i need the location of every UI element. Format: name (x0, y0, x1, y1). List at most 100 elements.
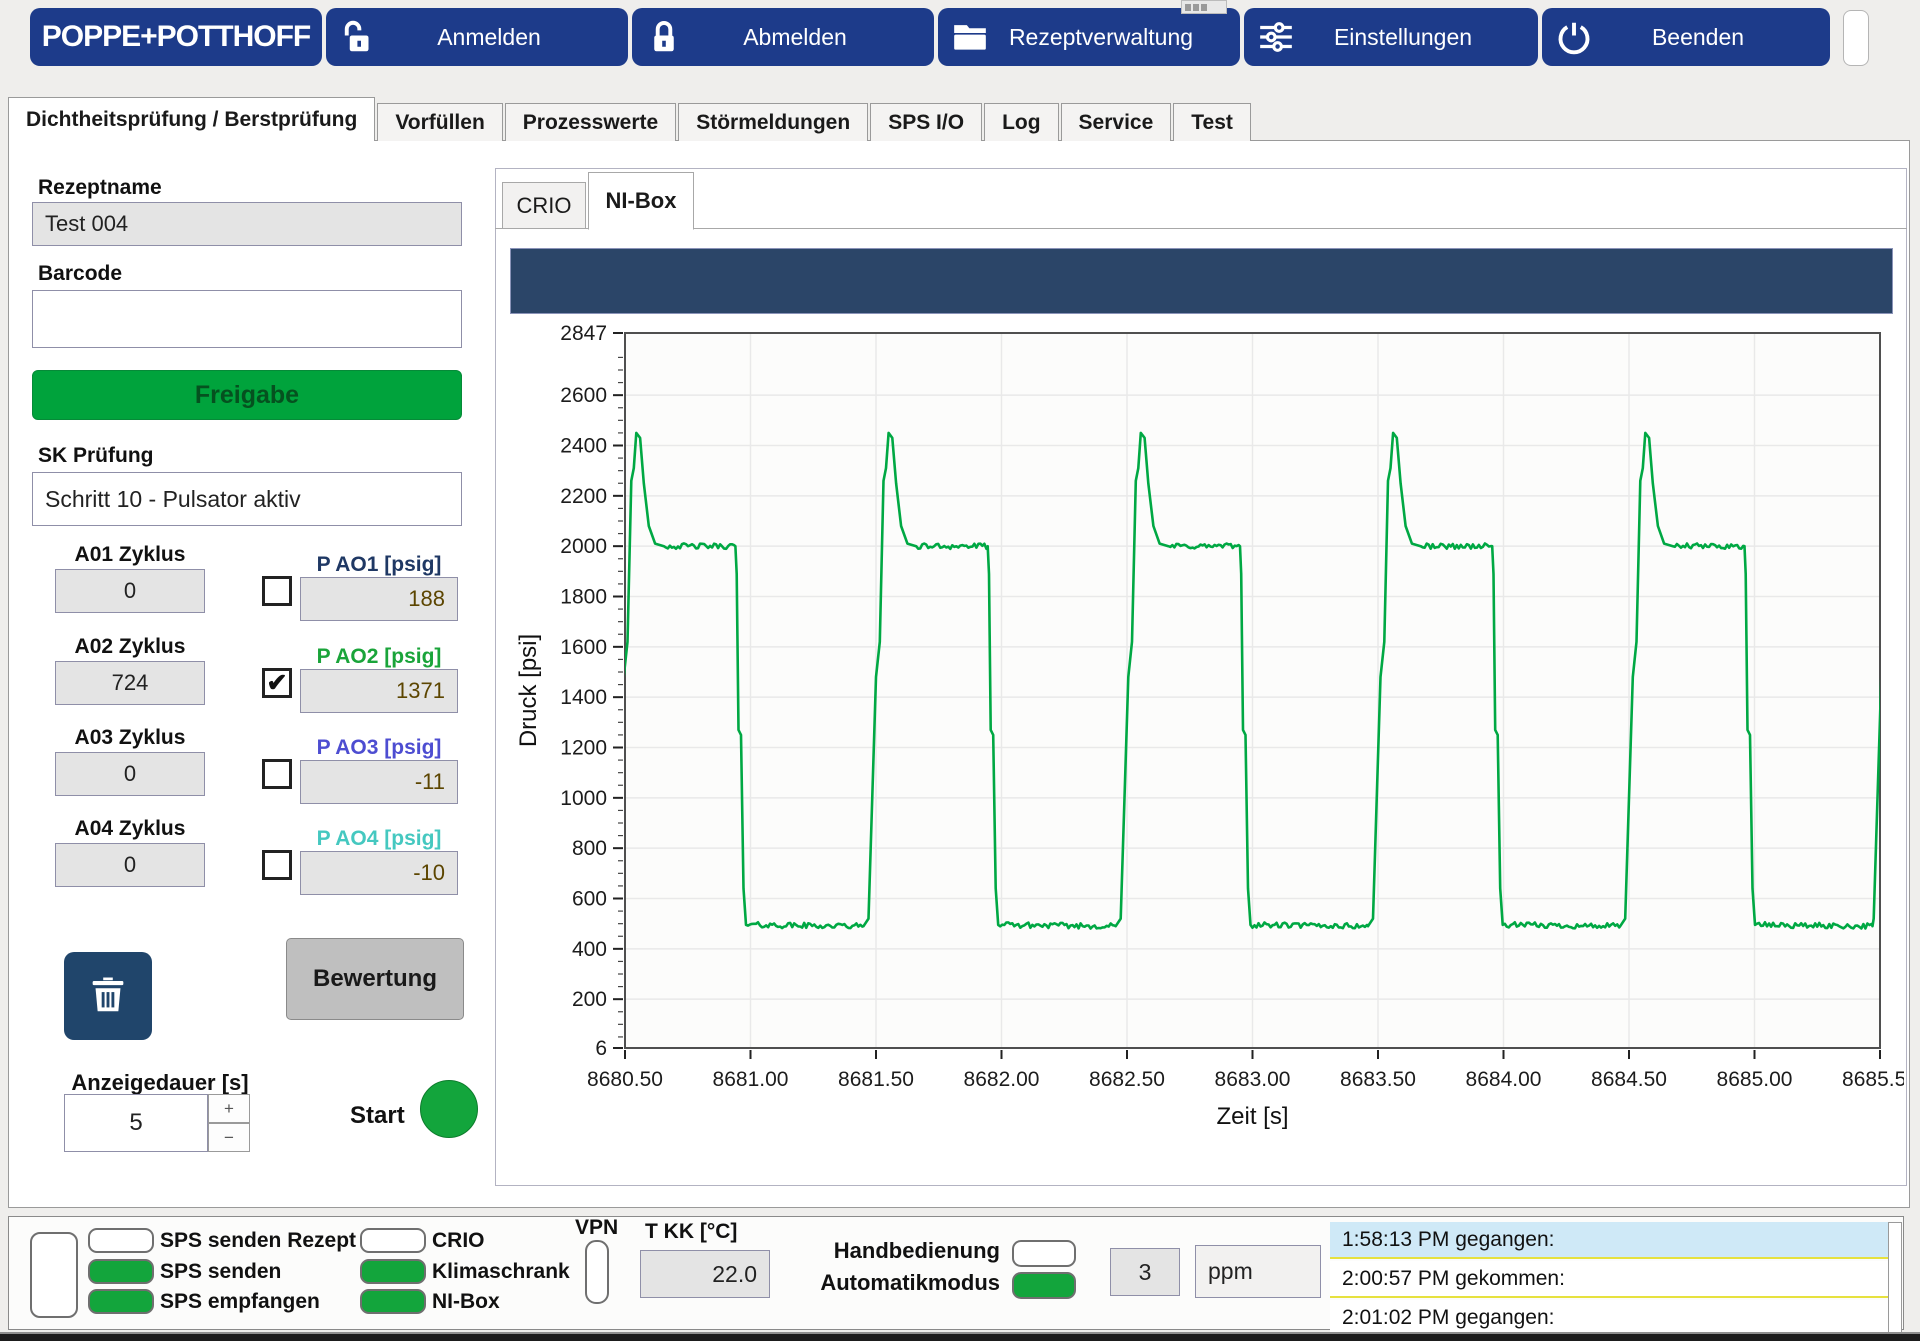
beenden-button[interactable]: Beenden (1542, 8, 1830, 66)
lock-icon (632, 19, 696, 55)
p-ao4-value: -10 (300, 851, 458, 895)
a03-zyklus-value: 0 (55, 752, 205, 796)
log-row: 2:00:57 PM gekommen: (1330, 1261, 1888, 1298)
einstellungen-button[interactable]: Einstellungen (1244, 8, 1538, 66)
stepper-decrement-button[interactable]: − (208, 1123, 250, 1152)
svg-text:600: 600 (572, 888, 607, 911)
anmelden-label: Anmelden (390, 24, 628, 51)
abmelden-button[interactable]: Abmelden (632, 8, 934, 66)
tab-sps-io[interactable]: SPS I/O (870, 103, 982, 141)
tab-stoermeldungen[interactable]: Störmeldungen (678, 103, 868, 141)
ao3-checkbox[interactable] (262, 759, 292, 789)
a02-zyklus-label: A02 Zyklus (55, 635, 205, 659)
svg-text:1200: 1200 (560, 737, 607, 760)
sps-senden-rezept-led (88, 1228, 154, 1253)
collapsed-button[interactable] (1843, 10, 1869, 66)
tab-vorfuellen[interactable]: Vorfüllen (377, 103, 502, 141)
company-logo-text: POPPE+POTTHOFF (42, 20, 311, 54)
tab-dichtheitspruefung[interactable]: Dichtheitsprüfung / Berstprüfung (8, 97, 375, 141)
master-status-led (30, 1232, 78, 1318)
handbedienung-label: Handbedienung (820, 1238, 1000, 1264)
ao4-checkbox[interactable] (262, 850, 292, 880)
sps-empfangen-led (88, 1289, 154, 1314)
svg-text:8685.50: 8685.50 (1842, 1068, 1904, 1091)
chart-header-bar (510, 248, 1893, 314)
rezeptverwaltung-button[interactable]: Rezeptverwaltung (938, 8, 1240, 66)
svg-text:8683.00: 8683.00 (1215, 1068, 1291, 1091)
svg-text:8683.50: 8683.50 (1340, 1068, 1416, 1091)
sps-senden-led (88, 1259, 154, 1284)
klimaschrank-label: Klimaschrank (432, 1260, 570, 1284)
tkk-value-field: 22.0 (640, 1250, 770, 1298)
svg-text:8684.00: 8684.00 (1466, 1068, 1542, 1091)
log-row: 1:58:13 PM gegangen: (1330, 1222, 1888, 1259)
svg-text:8681.00: 8681.00 (713, 1068, 789, 1091)
stepper-increment-button[interactable]: + (208, 1094, 250, 1123)
automatikmodus-led (1012, 1272, 1076, 1299)
rezeptname-label: Rezeptname (38, 176, 162, 200)
automatikmodus-label: Automatikmodus (805, 1270, 1000, 1296)
vpn-led (585, 1240, 609, 1304)
start-led-button[interactable] (420, 1080, 478, 1138)
sps-senden-label: SPS senden (160, 1260, 281, 1284)
svg-text:Druck [psi]: Druck [psi] (515, 634, 542, 747)
anzeigedauer-input[interactable]: 5 (64, 1094, 208, 1152)
tkk-label: T KK [°C] (645, 1220, 737, 1244)
p-ao2-value: 1371 (300, 669, 458, 713)
log-scrollbar[interactable] (1888, 1222, 1902, 1337)
chart-tab-nibox[interactable]: NI-Box (588, 172, 694, 230)
chart-tab-crio[interactable]: CRIO (502, 182, 586, 229)
tab-test[interactable]: Test (1173, 103, 1251, 141)
svg-text:8682.50: 8682.50 (1089, 1068, 1165, 1091)
tab-prozesswerte[interactable]: Prozesswerte (505, 103, 676, 141)
einstellungen-label: Einstellungen (1308, 24, 1538, 51)
p-ao1-value: 188 (300, 577, 458, 621)
handbedienung-led (1012, 1240, 1076, 1267)
barcode-input[interactable] (32, 290, 462, 348)
anmelden-button[interactable]: Anmelden (326, 8, 628, 66)
sps-empfangen-label: SPS empfangen (160, 1290, 320, 1314)
svg-text:2000: 2000 (560, 535, 607, 558)
svg-text:1600: 1600 (560, 636, 607, 659)
crio-label: CRIO (432, 1229, 485, 1253)
abmelden-label: Abmelden (696, 24, 934, 51)
tab-service[interactable]: Service (1061, 103, 1172, 141)
chart-tab-cover (589, 228, 693, 231)
power-icon (1542, 19, 1606, 55)
p-ao1-label: P AO1 [psig] (300, 553, 458, 577)
anzeigedauer-label: Anzeigedauer [s] (60, 1070, 260, 1096)
svg-text:Zeit [s]: Zeit [s] (1216, 1103, 1288, 1130)
bewertung-button[interactable]: Bewertung (286, 938, 464, 1020)
anzeigedauer-stepper: + − (208, 1094, 250, 1152)
svg-text:1800: 1800 (560, 586, 607, 609)
a02-zyklus-value: 724 (55, 661, 205, 705)
sps-senden-rezept-label: SPS senden Rezept (160, 1229, 356, 1253)
pressure-chart: 6200400600800100012001400160018002000220… (500, 319, 1904, 1149)
ao2-checkbox[interactable]: ✔ (262, 668, 292, 698)
barcode-label: Barcode (38, 262, 122, 286)
sk-pruefung-field: Schritt 10 - Pulsator aktiv (32, 472, 462, 526)
ppm-value-field: 3 (1110, 1248, 1180, 1296)
company-logo: POPPE+POTTHOFF (30, 8, 322, 66)
p-ao4-label: P AO4 [psig] (300, 827, 458, 851)
delete-button[interactable] (64, 952, 152, 1040)
unlock-icon (326, 19, 390, 55)
a04-zyklus-label: A04 Zyklus (55, 817, 205, 841)
p-ao3-value: -11 (300, 760, 458, 804)
svg-text:1400: 1400 (560, 686, 607, 709)
tab-log[interactable]: Log (984, 103, 1058, 141)
freigabe-button[interactable]: Freigabe (32, 370, 462, 420)
window-artifact (1181, 0, 1227, 14)
svg-text:2600: 2600 (560, 384, 607, 407)
ao1-checkbox[interactable] (262, 576, 292, 606)
vpn-label: VPN (575, 1216, 618, 1240)
svg-text:2400: 2400 (560, 434, 607, 457)
main-tab-bar: Dichtheitsprüfung / Berstprüfung Vorfüll… (8, 97, 1253, 141)
crio-led (360, 1228, 426, 1253)
svg-text:400: 400 (572, 938, 607, 961)
svg-text:1000: 1000 (560, 787, 607, 810)
svg-text:200: 200 (572, 988, 607, 1011)
start-label: Start (350, 1102, 405, 1130)
beenden-label: Beenden (1606, 24, 1830, 51)
sliders-icon (1244, 18, 1308, 56)
